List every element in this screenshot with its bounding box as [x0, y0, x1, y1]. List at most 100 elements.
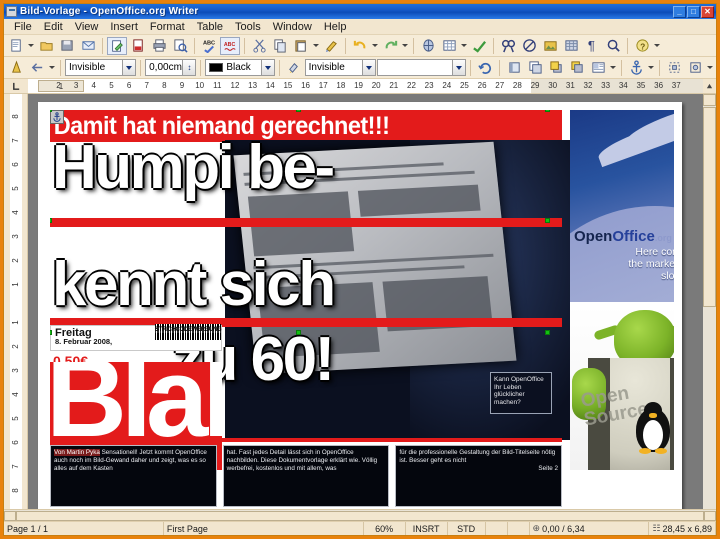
line-width-spinner[interactable]: 0,00cm	[145, 59, 196, 76]
status-zoom[interactable]: 60%	[364, 522, 406, 535]
autospellcheck-icon[interactable]: ABC	[220, 37, 240, 55]
scroll-up-arrow-icon[interactable]	[703, 79, 716, 93]
zoom-icon[interactable]	[603, 37, 623, 55]
toolbar-overflow[interactable]	[706, 59, 714, 77]
scrollbar-thumb[interactable]	[703, 107, 716, 307]
menu-insert[interactable]: Insert	[104, 20, 144, 34]
document-modified-icon[interactable]	[486, 522, 508, 535]
status-insert-mode[interactable]: INSRT	[406, 522, 448, 535]
arrow-style-dropdown[interactable]	[48, 59, 56, 77]
status-size: ☷ 28,45 x 6,89	[649, 522, 716, 535]
bring-to-front-icon[interactable]	[546, 59, 566, 77]
line-style-combo[interactable]: Invisible	[65, 59, 136, 76]
menu-table[interactable]: Table	[191, 20, 229, 34]
find-replace-icon[interactable]	[498, 37, 518, 55]
enter-group-icon[interactable]	[685, 59, 705, 77]
selection-handle[interactable]	[545, 110, 550, 112]
show-draw-functions-icon[interactable]	[469, 37, 489, 55]
print-icon[interactable]	[149, 37, 169, 55]
selection-handle[interactable]	[545, 330, 550, 335]
clone-formatting-icon[interactable]	[321, 37, 341, 55]
redo-icon[interactable]	[380, 37, 400, 55]
status-page-style[interactable]: First Page	[164, 522, 364, 535]
menu-tools[interactable]: Tools	[229, 20, 267, 34]
document-page[interactable]: Damit hat niemand gerechnet!!!	[38, 102, 682, 509]
minimize-button[interactable]: _	[673, 6, 686, 18]
menu-help[interactable]: Help	[318, 20, 353, 34]
document-canvas[interactable]: Damit hat niemand gerechnet!!!	[28, 94, 703, 509]
horizontal-scrollbar[interactable]	[4, 509, 716, 521]
selection-handle[interactable]	[50, 330, 52, 335]
undo-dropdown[interactable]	[371, 37, 379, 55]
line-color-combo[interactable]: Black	[205, 59, 274, 76]
selection-handle[interactable]	[545, 218, 550, 223]
wrap-dropdown[interactable]	[609, 59, 617, 77]
cut-icon[interactable]	[249, 37, 269, 55]
chevron-down-icon[interactable]	[261, 60, 274, 75]
hyperlink-icon[interactable]	[418, 37, 438, 55]
scrollbar-thumb[interactable]	[16, 511, 704, 521]
copy-icon[interactable]	[270, 37, 290, 55]
new-document-icon[interactable]	[6, 37, 26, 55]
scroll-up-arrow-icon[interactable]	[703, 94, 716, 106]
selection-handle[interactable]	[296, 110, 301, 112]
align-icon[interactable]	[504, 59, 524, 77]
help-icon[interactable]: ?	[632, 37, 652, 55]
gallery-icon[interactable]	[540, 37, 560, 55]
vertical-scrollbar[interactable]	[703, 94, 716, 509]
data-sources-icon[interactable]	[561, 37, 581, 55]
paste-dropdown[interactable]	[312, 37, 320, 55]
anchor-icon[interactable]	[50, 110, 64, 124]
menu-edit[interactable]: Edit	[38, 20, 69, 34]
send-to-back-icon[interactable]	[567, 59, 587, 77]
chevron-down-icon[interactable]	[122, 60, 135, 75]
spelling-check-icon[interactable]: ABC	[199, 37, 219, 55]
line-style-icon[interactable]	[6, 59, 26, 77]
scroll-left-arrow-icon[interactable]	[4, 511, 16, 521]
navigator-icon[interactable]	[519, 37, 539, 55]
menu-format[interactable]: Format	[144, 20, 191, 34]
wrap-icon[interactable]	[588, 59, 608, 77]
send-email-icon[interactable]	[78, 37, 98, 55]
selection-handle[interactable]	[50, 110, 52, 112]
paste-icon[interactable]	[291, 37, 311, 55]
anchor-icon[interactable]	[626, 59, 646, 77]
chevron-down-icon[interactable]	[452, 60, 465, 75]
menu-view[interactable]: View	[69, 20, 105, 34]
area-fill-style-combo[interactable]: Invisible	[305, 59, 376, 76]
arrange-icon[interactable]	[525, 59, 545, 77]
selection-handle[interactable]	[50, 218, 52, 223]
digital-signature-icon[interactable]	[508, 522, 530, 535]
maximize-button[interactable]: □	[687, 6, 700, 18]
arrow-style-icon[interactable]	[27, 59, 47, 77]
rotate-icon[interactable]	[475, 59, 495, 77]
open-document-icon[interactable]	[36, 37, 56, 55]
scroll-right-arrow-icon[interactable]	[704, 511, 716, 521]
chevron-down-icon[interactable]	[362, 60, 375, 75]
edit-file-icon[interactable]	[107, 37, 127, 55]
print-preview-icon[interactable]	[170, 37, 190, 55]
spinner-arrows-icon[interactable]	[182, 60, 195, 75]
area-style-icon[interactable]	[284, 59, 304, 77]
tab-stop-icon[interactable]	[4, 79, 28, 93]
vertical-ruler[interactable]: 8765432112345678910111213	[4, 94, 28, 509]
save-document-icon[interactable]	[57, 37, 77, 55]
new-document-dropdown[interactable]	[27, 37, 35, 55]
formatting-marks-icon[interactable]: ¶	[582, 37, 602, 55]
insert-table-icon[interactable]	[439, 37, 459, 55]
status-selection-mode[interactable]: STD	[448, 522, 486, 535]
ungroup-icon[interactable]	[664, 59, 684, 77]
export-pdf-icon[interactable]	[128, 37, 148, 55]
redo-dropdown[interactable]	[401, 37, 409, 55]
area-fill-combo[interactable]	[377, 59, 466, 76]
horizontal-ruler[interactable]: 1234567891011121314151617181920212223242…	[4, 79, 716, 94]
menu-file[interactable]: File	[8, 20, 38, 34]
selection-handle[interactable]	[296, 330, 301, 335]
undo-icon[interactable]	[350, 37, 370, 55]
horizontal-ruler-scale[interactable]: 1234567891011121314151617181920212223242…	[28, 79, 703, 93]
menu-window[interactable]: Window	[267, 20, 318, 34]
insert-table-dropdown[interactable]	[460, 37, 468, 55]
close-button[interactable]: ✕	[701, 6, 714, 18]
anchor-dropdown[interactable]	[647, 59, 655, 77]
toolbar-overflow[interactable]	[653, 37, 661, 55]
